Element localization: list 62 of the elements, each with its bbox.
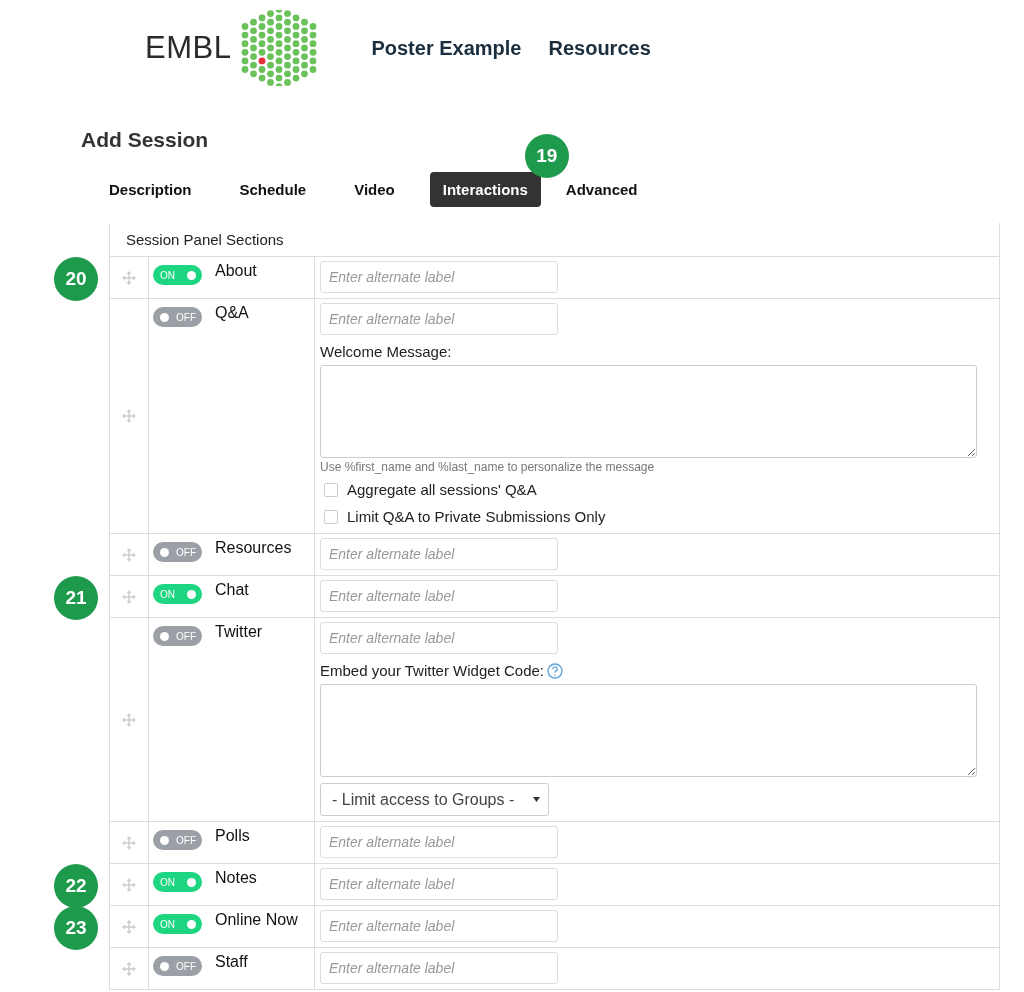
move-icon[interactable] (122, 919, 136, 934)
move-icon[interactable] (122, 270, 136, 285)
section-name: About (215, 262, 257, 280)
move-icon[interactable] (122, 409, 136, 423)
checkbox-label: Limit Q&A to Private Submissions Only (347, 508, 606, 525)
toggle-switch[interactable]: ON (153, 914, 202, 934)
tab[interactable]: Schedule (226, 172, 320, 207)
label-input[interactable]: Enter alternate label (320, 868, 558, 900)
section-name: Twitter (215, 623, 263, 641)
field-label: Welcome Message: (320, 343, 453, 360)
step-badge: 20 (54, 257, 98, 301)
section-name: Resources (215, 539, 292, 557)
label-input[interactable]: Enter alternate label (320, 952, 558, 984)
widget-code-textarea[interactable] (320, 684, 977, 777)
help-icon[interactable] (547, 662, 563, 679)
label-input[interactable]: Enter alternate label (320, 622, 558, 654)
tab[interactable]: Interactions (429, 172, 541, 207)
toggle-switch[interactable]: OFF (153, 307, 202, 327)
field-label: Embed your Twitter Widget Code: (320, 662, 544, 679)
message-textarea[interactable] (320, 365, 977, 458)
toggle-switch[interactable]: ON (153, 872, 202, 892)
section-name: Chat (215, 581, 249, 599)
section-name: Polls (215, 827, 250, 845)
table-heading: Session Panel Sections (110, 223, 999, 257)
move-icon[interactable] (122, 835, 136, 850)
move-icon[interactable] (122, 712, 136, 727)
page-title: Add Session (81, 128, 210, 152)
move-icon[interactable] (122, 877, 136, 892)
section-name: Notes (215, 869, 257, 887)
logo-text: EMBL (145, 30, 232, 66)
section-name: Q&A (215, 304, 249, 322)
step-badge: 23 (54, 906, 98, 950)
hint-text: Use %first_name and %last_name to personalize the message (320, 460, 656, 474)
step-badge: 21 (54, 576, 98, 620)
label-input[interactable]: Enter alternate label (320, 261, 558, 293)
section-name: Staff (215, 953, 248, 971)
toggle-switch[interactable]: OFF (153, 956, 202, 976)
nav-link[interactable]: Poster Example (371, 36, 522, 60)
checkbox-label: Aggregate all sessions' Q&A (347, 481, 537, 498)
nav-link[interactable]: Resources (548, 36, 651, 60)
toggle-switch[interactable]: OFF (153, 830, 202, 850)
toggle-switch[interactable]: OFF (153, 542, 202, 562)
caret-icon (533, 797, 540, 802)
step-badge: 22 (54, 864, 98, 908)
checkbox[interactable] (324, 482, 338, 497)
label-input[interactable]: Enter alternate label (320, 580, 558, 612)
label-input[interactable]: Enter alternate label (320, 303, 558, 335)
label-input[interactable]: Enter alternate label (320, 826, 558, 858)
move-icon[interactable] (122, 547, 136, 562)
toggle-switch[interactable]: OFF (153, 626, 202, 646)
groups-select[interactable]: - Limit access to Groups - (320, 783, 549, 816)
toggle-switch[interactable]: ON (153, 584, 202, 604)
step-badge: 19 (524, 134, 569, 178)
label-input[interactable]: Enter alternate label (320, 538, 558, 570)
move-icon[interactable] (122, 589, 136, 604)
tab[interactable]: Description (96, 172, 205, 207)
label-input[interactable]: Enter alternate label (320, 910, 558, 942)
move-icon[interactable] (122, 961, 136, 976)
checkbox[interactable] (324, 509, 338, 524)
toggle-switch[interactable]: ON (153, 265, 202, 285)
section-name: Online Now (215, 911, 298, 929)
tab[interactable]: Video (341, 172, 408, 207)
